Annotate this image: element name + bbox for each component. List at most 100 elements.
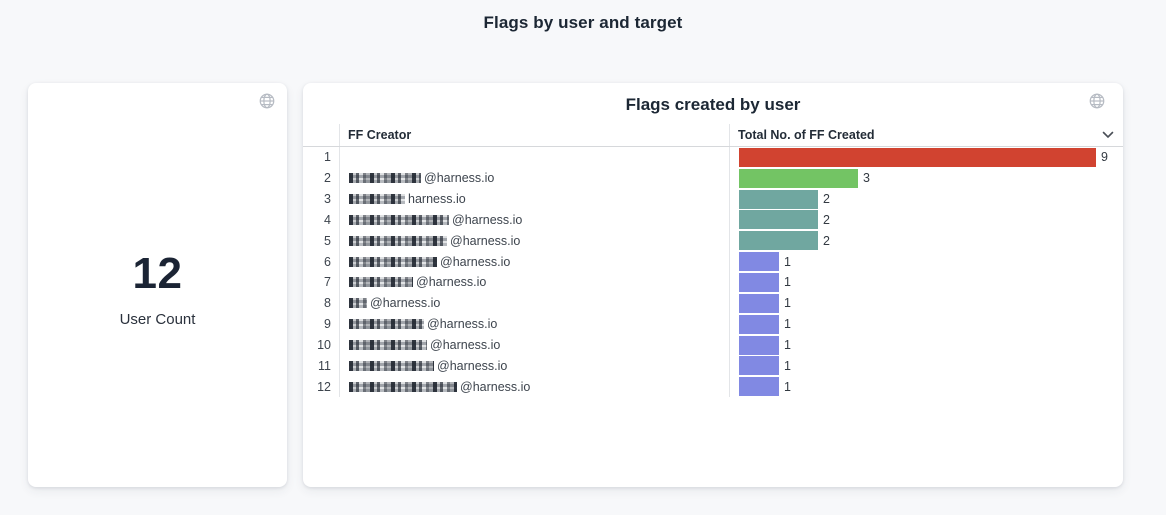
row-index: 1 xyxy=(303,147,339,168)
column-header-total-label: Total No. of FF Created xyxy=(738,128,875,142)
email-suffix: @harness.io xyxy=(450,234,520,248)
column-header-index xyxy=(303,124,339,146)
value-bar[interactable] xyxy=(739,315,779,334)
table-row[interactable]: 5@harness.io2 xyxy=(303,230,1123,251)
redacted-name xyxy=(349,215,449,225)
globe-icon[interactable] xyxy=(258,92,276,110)
redacted-name xyxy=(349,277,413,287)
email-suffix: @harness.io xyxy=(460,380,530,394)
row-index: 9 xyxy=(303,314,339,335)
row-index: 10 xyxy=(303,335,339,356)
table-row[interactable]: 10 @harness.io 1 xyxy=(303,335,1123,356)
bar-value-label: 1 xyxy=(784,296,791,310)
bar-value-label: 2 xyxy=(823,213,830,227)
redacted-name xyxy=(349,236,447,246)
table-row[interactable]: 12 @harness.io 1 xyxy=(303,376,1123,397)
row-index: 11 xyxy=(303,355,339,376)
column-header-total-ff-created[interactable]: Total No. of FF Created xyxy=(729,124,1123,146)
table-row[interactable]: 19 xyxy=(303,147,1123,168)
bar-value-label: 1 xyxy=(784,255,791,269)
kpi-widget: 12 User Count xyxy=(28,83,287,487)
ff-creator-cell: @harness.io xyxy=(339,293,729,314)
row-index: 12 xyxy=(303,376,339,397)
ff-creator-cell: @harness.io xyxy=(339,335,729,356)
email-suffix: @harness.io xyxy=(430,338,500,352)
redacted-name xyxy=(349,298,367,308)
table-row[interactable]: 8@harness.io1 xyxy=(303,293,1123,314)
value-bar[interactable] xyxy=(739,231,818,250)
value-bar[interactable] xyxy=(739,190,818,209)
value-bar[interactable] xyxy=(739,273,779,292)
table-row[interactable]: 3 harness.io 2 xyxy=(303,189,1123,210)
column-header-ff-creator[interactable]: FF Creator xyxy=(339,124,729,146)
row-index: 3 xyxy=(303,189,339,210)
ff-creator-cell xyxy=(339,147,729,168)
ff-creator-cell: @harness.io xyxy=(339,272,729,293)
email-suffix: @harness.io xyxy=(427,317,497,331)
table-body: 192@harness.io33harness.io24@harness.io2… xyxy=(303,147,1123,397)
bar-cell: 3 xyxy=(729,168,1123,189)
bar-value-label: 1 xyxy=(784,359,791,373)
table-row[interactable]: 2 @harness.io 3 xyxy=(303,168,1123,189)
user-count-value: 12 xyxy=(133,249,183,299)
value-bar[interactable] xyxy=(739,377,779,396)
bar-value-label: 1 xyxy=(784,317,791,331)
bar-value-label: 2 xyxy=(823,192,830,206)
email-suffix: @harness.io xyxy=(370,296,440,310)
ff-creator-cell: @harness.io xyxy=(339,230,729,251)
row-index: 2 xyxy=(303,168,339,189)
row-index: 7 xyxy=(303,272,339,293)
row-index: 4 xyxy=(303,210,339,231)
value-bar[interactable] xyxy=(739,356,779,375)
table-row[interactable]: 6 @harness.io 1 xyxy=(303,251,1123,272)
redacted-name xyxy=(349,340,427,350)
value-bar[interactable] xyxy=(739,252,779,271)
redacted-name xyxy=(349,173,421,183)
user-count-label: User Count xyxy=(120,311,196,328)
table-row[interactable]: 4 @harness.io 2 xyxy=(303,210,1123,231)
ff-creator-cell: @harness.io xyxy=(339,376,729,397)
ff-creator-cell: @harness.io xyxy=(339,314,729,335)
bar-value-label: 3 xyxy=(863,171,870,185)
table-row[interactable]: 7 @harness.io 1 xyxy=(303,272,1123,293)
bar-cell: 1 xyxy=(729,355,1123,376)
ff-creator-cell: harness.io xyxy=(339,189,729,210)
value-bar[interactable] xyxy=(739,210,818,229)
bar-cell: 1 xyxy=(729,251,1123,272)
bar-cell: 2 xyxy=(729,230,1123,251)
globe-icon[interactable] xyxy=(1088,92,1106,110)
user-count-card: 12 User Count xyxy=(28,83,287,487)
bar-cell: 1 xyxy=(729,272,1123,293)
redacted-name xyxy=(349,257,437,267)
flags-table: FF Creator Total No. of FF Created 192@h… xyxy=(303,124,1123,397)
email-suffix: @harness.io xyxy=(416,275,486,289)
bar-cell: 1 xyxy=(729,335,1123,356)
row-index: 6 xyxy=(303,251,339,272)
table-row[interactable]: 11 @harness.io 1 xyxy=(303,355,1123,376)
email-suffix: @harness.io xyxy=(440,255,510,269)
bar-cell: 1 xyxy=(729,376,1123,397)
value-bar[interactable] xyxy=(739,294,779,313)
bar-cell: 2 xyxy=(729,210,1123,231)
ff-creator-cell: @harness.io xyxy=(339,168,729,189)
page-title: Flags by user and target xyxy=(0,13,1166,33)
ff-creator-cell: @harness.io xyxy=(339,251,729,272)
value-bar[interactable] xyxy=(739,148,1096,167)
email-suffix: @harness.io xyxy=(437,359,507,373)
bar-cell: 2 xyxy=(729,189,1123,210)
table-row[interactable]: 9 @harness.io 1 xyxy=(303,314,1123,335)
email-suffix: harness.io xyxy=(408,192,466,206)
chevron-down-icon[interactable] xyxy=(1102,131,1114,139)
bar-cell: 1 xyxy=(729,314,1123,335)
value-bar[interactable] xyxy=(739,169,858,188)
email-suffix: @harness.io xyxy=(452,213,522,227)
ff-creator-cell: @harness.io xyxy=(339,210,729,231)
bar-value-label: 1 xyxy=(784,275,791,289)
bar-value-label: 1 xyxy=(784,380,791,394)
table-header-row: FF Creator Total No. of FF Created xyxy=(303,124,1123,147)
email-suffix: @harness.io xyxy=(424,171,494,185)
value-bar[interactable] xyxy=(739,336,779,355)
bar-cell: 9 xyxy=(729,147,1123,168)
redacted-name xyxy=(349,194,405,204)
redacted-name xyxy=(349,319,424,329)
